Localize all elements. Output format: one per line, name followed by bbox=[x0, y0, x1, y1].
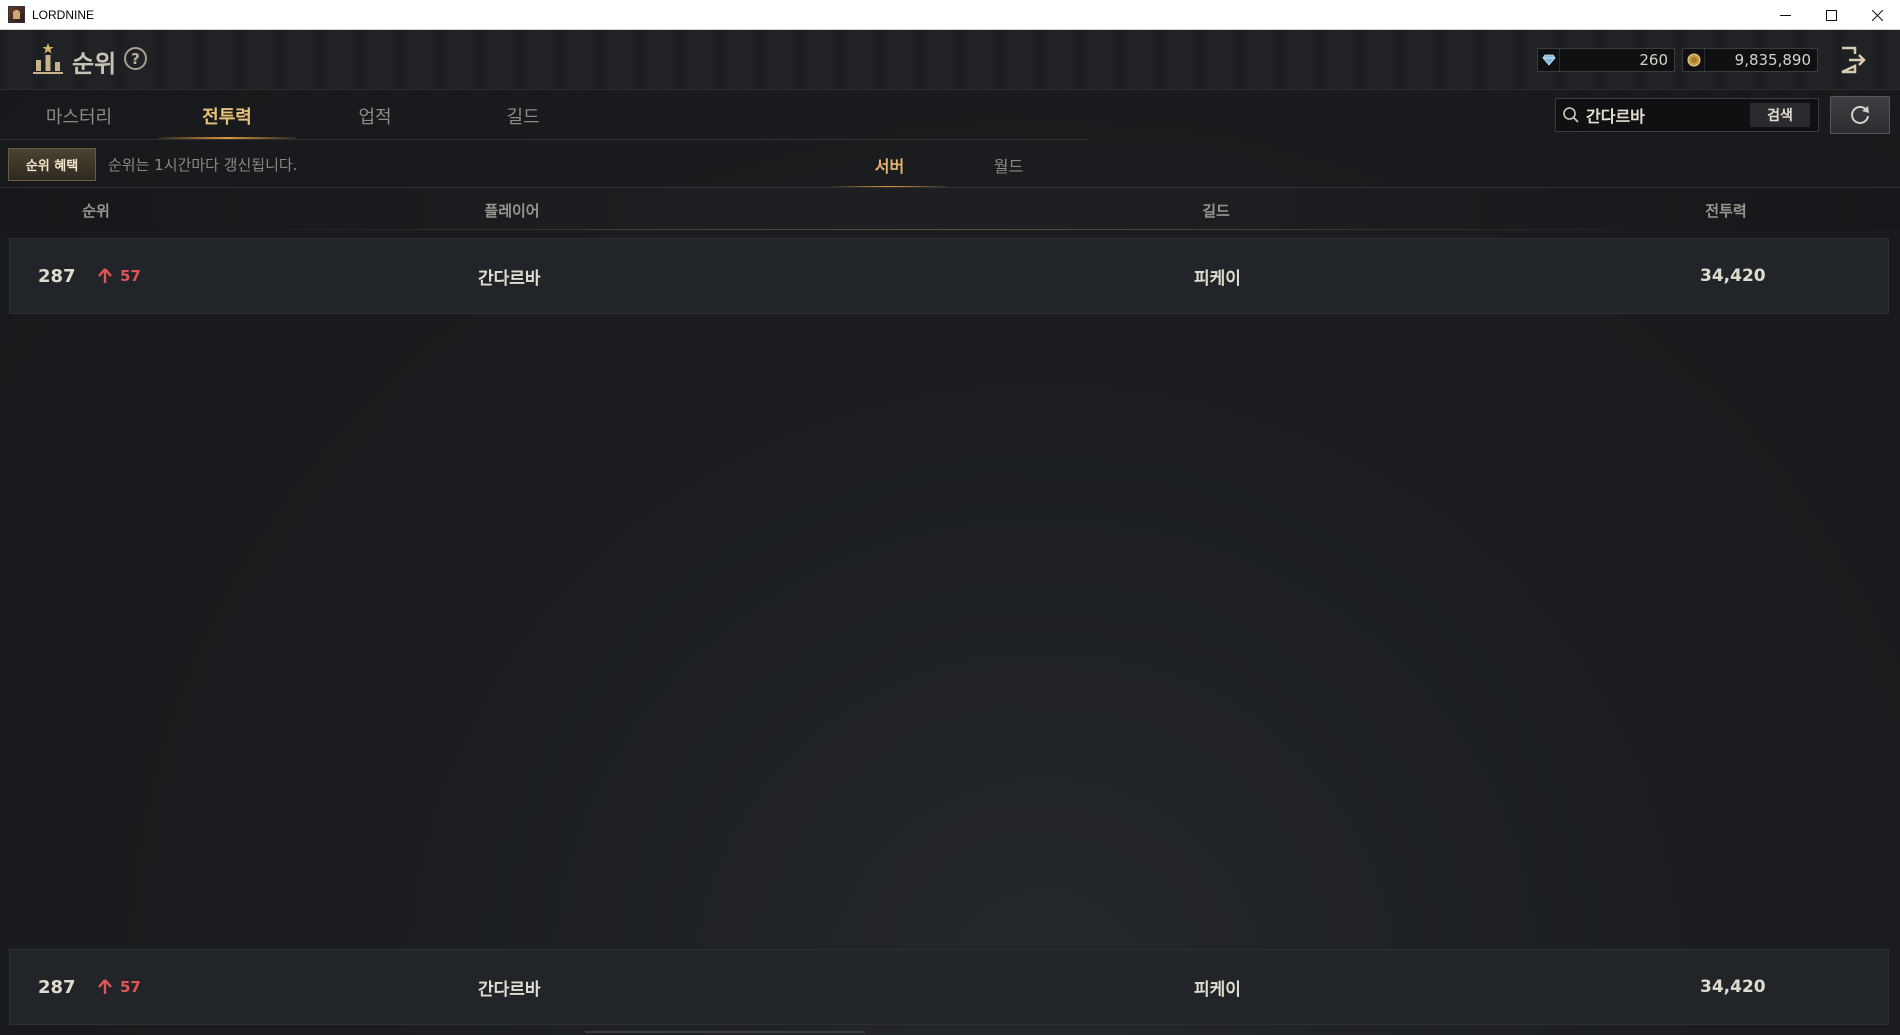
column-header-combat-power: 전투력 bbox=[1705, 202, 1747, 220]
guild-name: 피케이 bbox=[1194, 979, 1241, 1000]
gold-coin-icon bbox=[1683, 49, 1705, 71]
table-header: 순위 플레이어 길드 전투력 bbox=[0, 188, 1900, 230]
player-name: 간다르바 bbox=[478, 979, 541, 1000]
rank-benefit-button[interactable]: 순위 혜택 bbox=[8, 148, 96, 181]
ranking-icon bbox=[33, 43, 63, 74]
tab-combat-power[interactable]: 전투력 bbox=[153, 92, 301, 140]
arrow-up-icon bbox=[98, 268, 112, 283]
maximize-icon[interactable] bbox=[1808, 0, 1854, 30]
tab-mastery[interactable]: 마스터리 bbox=[5, 92, 153, 140]
diamond-icon bbox=[1538, 49, 1560, 71]
gem-amount: 260 bbox=[1639, 51, 1668, 69]
guild-name: 피케이 bbox=[1194, 268, 1241, 289]
rank-change: 57 bbox=[98, 239, 141, 313]
table-row[interactable]: 287 57 간다르바 피케이 34,420 bbox=[9, 238, 1889, 314]
window-title: LORDNINE bbox=[32, 7, 95, 22]
player-name: 간다르바 bbox=[478, 268, 541, 289]
ranking-category-tabs: 마스터리 전투력 업적 길드 bbox=[5, 92, 597, 140]
exit-icon[interactable] bbox=[1838, 45, 1868, 75]
player-search: 검색 bbox=[1555, 98, 1819, 132]
combat-power-value: 34,420 bbox=[1700, 266, 1766, 286]
tab-achievement[interactable]: 업적 bbox=[301, 92, 449, 140]
column-header-rank: 순위 bbox=[82, 202, 110, 220]
column-header-guild: 길드 bbox=[1202, 202, 1230, 220]
help-icon[interactable]: ? bbox=[124, 47, 147, 70]
minimize-icon[interactable] bbox=[1762, 0, 1808, 30]
tab-world[interactable]: 월드 bbox=[949, 142, 1068, 188]
rank-number: 287 bbox=[38, 265, 76, 287]
window-controls bbox=[1762, 0, 1900, 30]
gold-amount: 9,835,890 bbox=[1734, 51, 1811, 69]
combat-power-value: 34,420 bbox=[1700, 977, 1766, 997]
refresh-icon bbox=[1851, 106, 1869, 124]
refresh-button[interactable] bbox=[1830, 96, 1890, 134]
rank-change-value: 57 bbox=[120, 978, 141, 996]
window-titlebar: LORDNINE bbox=[0, 0, 1900, 30]
rank-number: 287 bbox=[38, 976, 76, 998]
rank-change-value: 57 bbox=[120, 267, 141, 285]
tab-guild[interactable]: 길드 bbox=[449, 92, 597, 140]
gold-balance: 9,835,890 bbox=[1682, 48, 1818, 72]
scope-tabs: 서버 월드 bbox=[830, 142, 1068, 188]
update-notice: 순위는 1시간마다 갱신됩니다. bbox=[108, 156, 298, 174]
arrow-up-icon bbox=[98, 979, 112, 994]
tab-server[interactable]: 서버 bbox=[830, 142, 949, 188]
search-icon bbox=[1556, 100, 1586, 130]
my-rank-row[interactable]: 287 57 간다르바 피케이 34,420 bbox=[9, 949, 1889, 1025]
tab-divider bbox=[0, 139, 1090, 140]
search-input[interactable] bbox=[1586, 105, 1746, 125]
gem-balance: 260 bbox=[1537, 48, 1675, 72]
column-header-player: 플레이어 bbox=[484, 202, 540, 220]
bottom-scroll-indicator bbox=[585, 1031, 865, 1033]
search-button[interactable]: 검색 bbox=[1750, 103, 1810, 127]
ranking-header: 순위 ? 260 9,835,890 bbox=[0, 30, 1900, 90]
page-title: 순위 bbox=[72, 50, 117, 78]
app-icon bbox=[8, 6, 25, 23]
rank-change: 57 bbox=[98, 950, 141, 1024]
ranking-screen: LORDNINE 순위 ? 260 9,835,890 마스터리 전투력 업적 … bbox=[0, 0, 1900, 1035]
close-icon[interactable] bbox=[1854, 0, 1900, 30]
